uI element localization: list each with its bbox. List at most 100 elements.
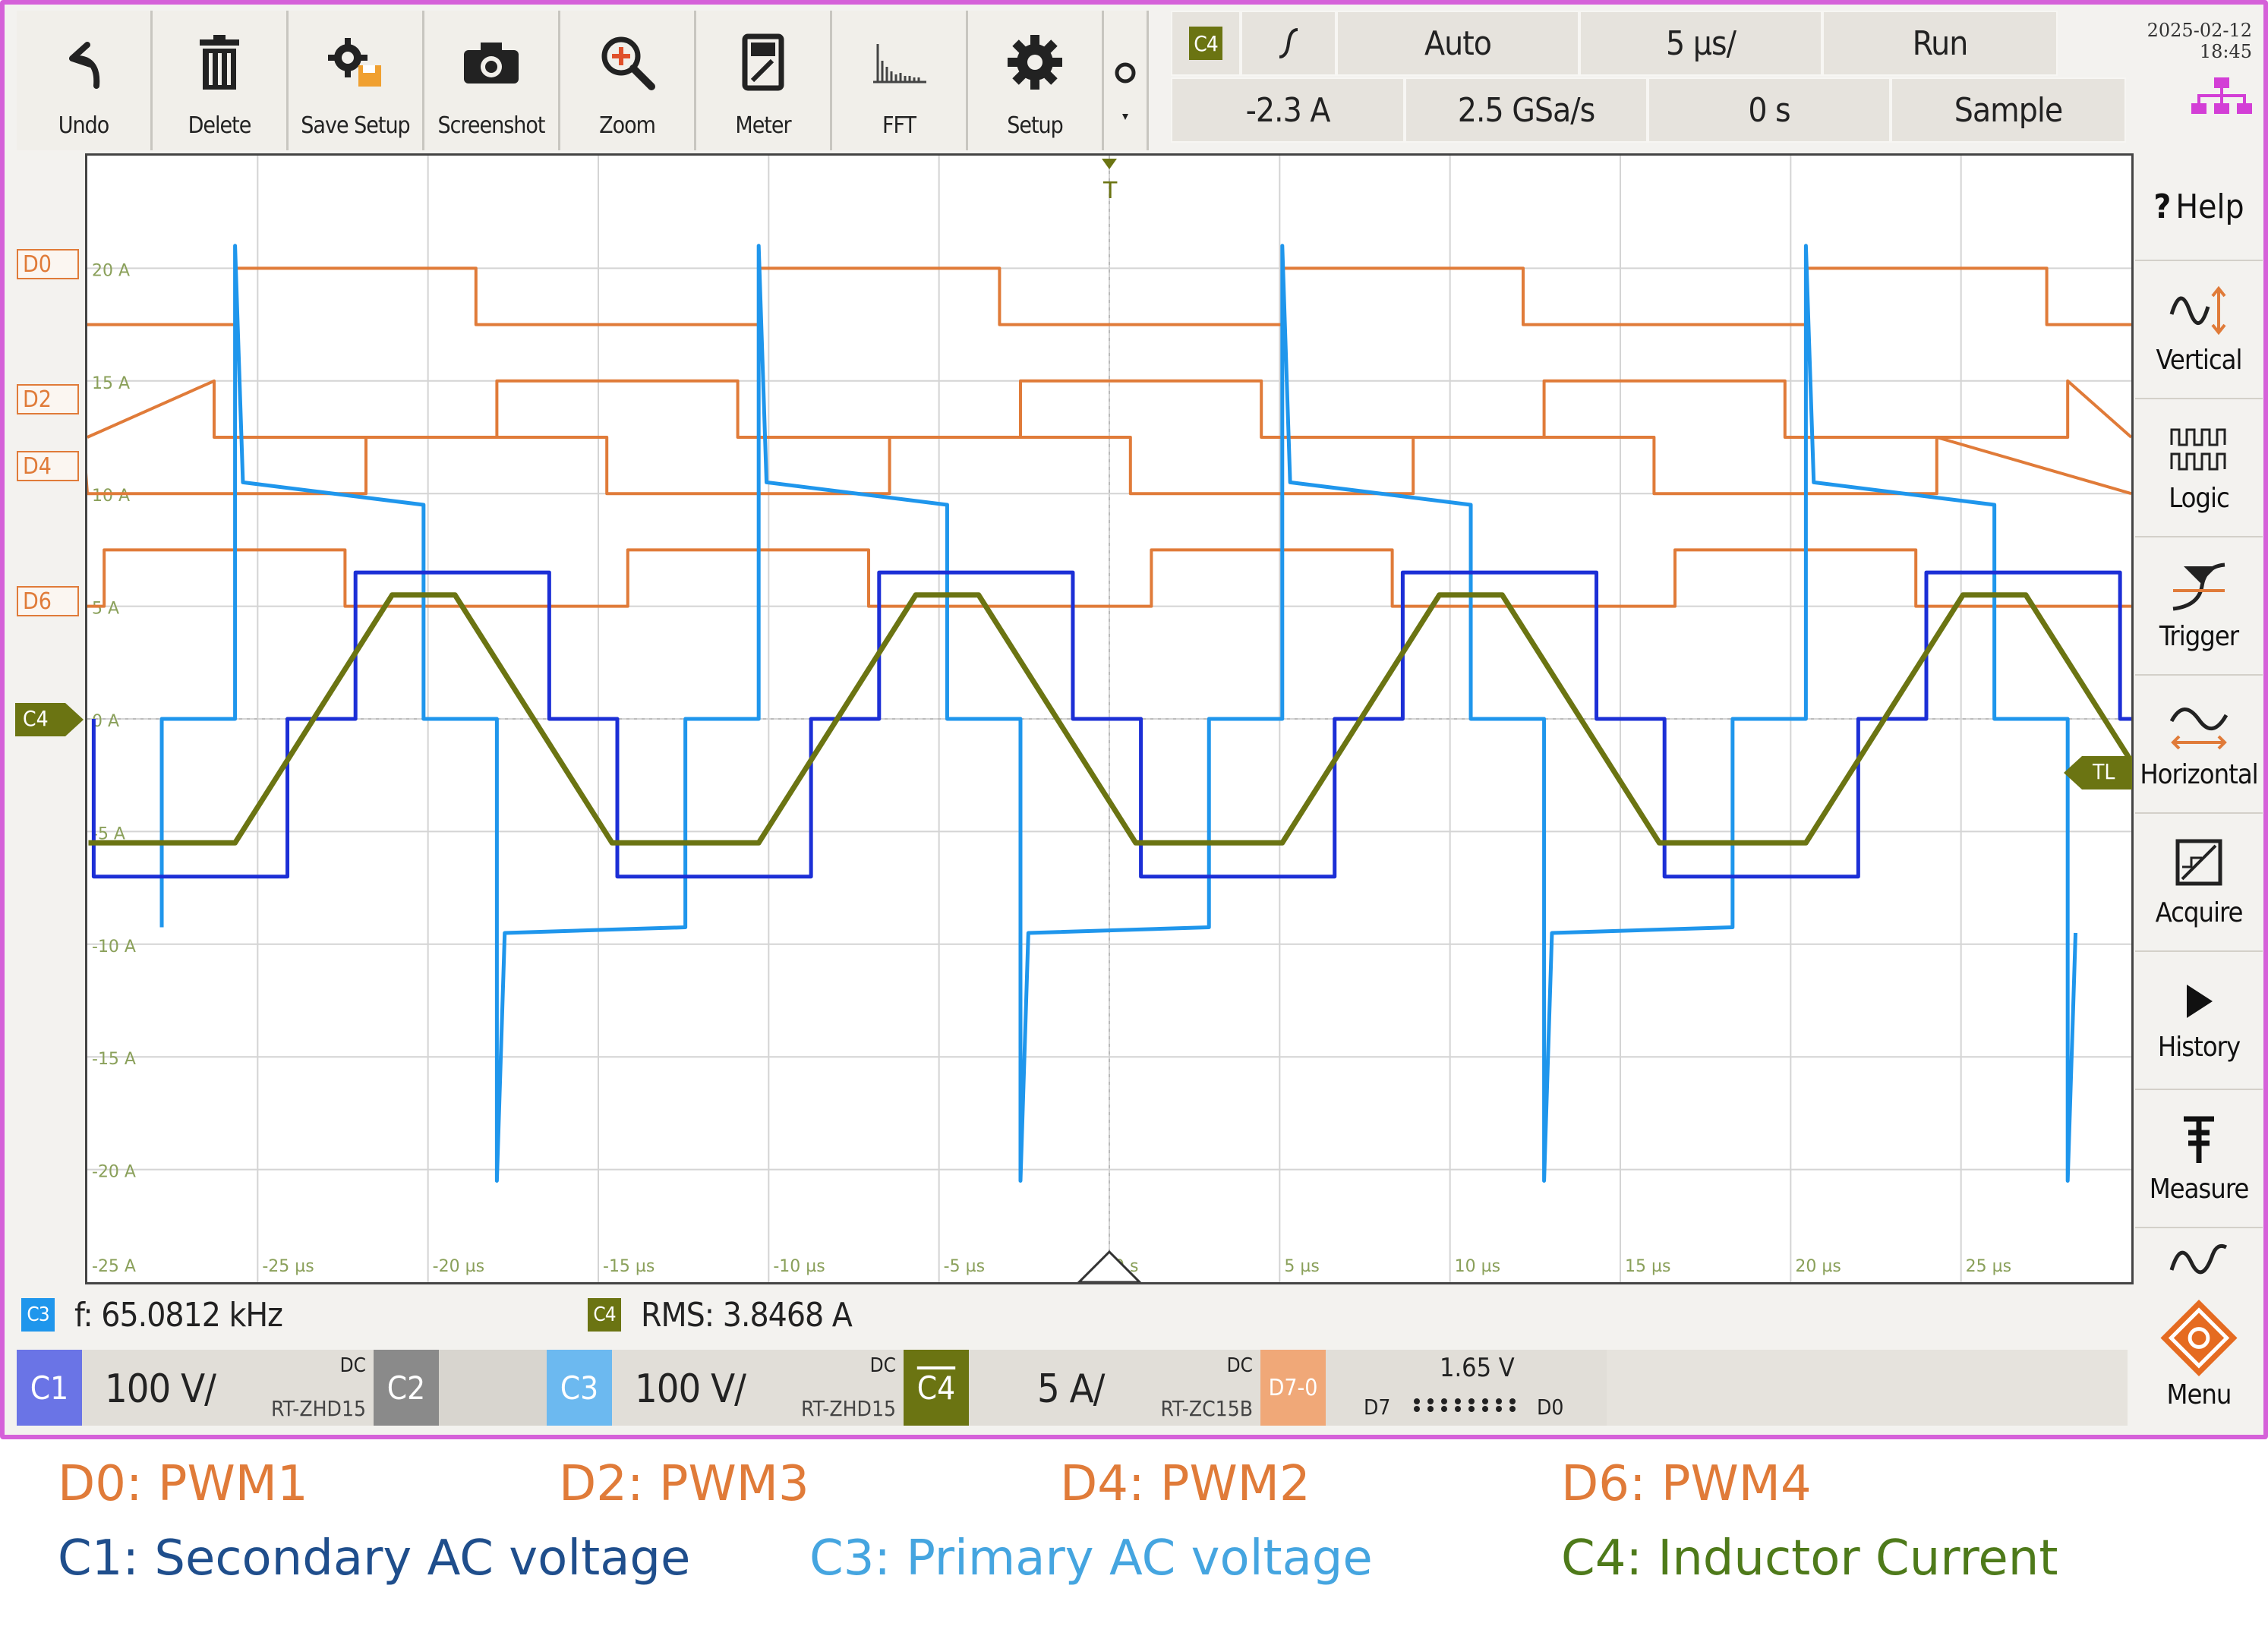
time-offset-value[interactable]: 0 s [1648, 77, 1891, 143]
measure-label: Measure [2149, 1173, 2250, 1205]
menu-button[interactable]: Menu [2135, 1297, 2263, 1415]
fft-button[interactable]: FFT [832, 11, 968, 150]
setup-button[interactable]: Setup [968, 11, 1104, 150]
fft-icon [870, 32, 928, 93]
c3-coupling: DC [869, 1354, 896, 1377]
save-setup-label: Save Setup [301, 112, 410, 139]
trigger-mode-value[interactable]: Auto [1336, 11, 1579, 76]
right-menu: ? Help Vertical Logic Trigger Horizontal… [2135, 153, 2263, 1415]
c4-coupling: DC [1226, 1354, 1253, 1377]
measure-button[interactable]: Measure [2135, 1090, 2263, 1228]
waveform-svg: 20 A15 A10 A5 A0 A-5 A-10 A-15 A-20 A-25… [87, 156, 2131, 1282]
datetime: 2025-02-12 18:45 [2138, 20, 2252, 120]
x-tick-label: -5 µs [944, 1257, 985, 1276]
d70-tag: D7-0 [1260, 1350, 1326, 1426]
c1-scale: 100 V/ [105, 1366, 216, 1412]
vertical-button[interactable]: Vertical [2135, 261, 2263, 399]
camera-icon [462, 32, 520, 93]
screenshot-label: Screenshot [437, 112, 546, 139]
channel-d7-0[interactable]: D7-0 1.65 V D7 D0 [1260, 1350, 1607, 1426]
logic-label: Logic [2169, 482, 2230, 514]
delete-button[interactable]: Delete [153, 11, 289, 150]
rms-badge: C4 [588, 1298, 621, 1332]
c3-probe: RT-ZHD15 [800, 1396, 896, 1421]
acquisition-mode-value[interactable]: Sample [1891, 77, 2126, 143]
legend-d0: D0: PWM1 [58, 1456, 308, 1512]
save-setup-icon [325, 32, 386, 93]
y-tick-label: -10 A [92, 938, 136, 957]
channel-c4[interactable]: C4 5 A/ DC RT-ZC15B [904, 1350, 1260, 1426]
rms-measurement[interactable]: C4 RMS: 3.8468 A [588, 1292, 853, 1338]
d4-marker[interactable]: D4 [17, 451, 79, 481]
toolbar: Undo Delete Save Setup Screenshot Zoom M… [17, 11, 1149, 150]
c3-tag: C3 [547, 1350, 612, 1426]
vertical-icon [2169, 285, 2226, 335]
trigger-slope-button[interactable] [1241, 11, 1336, 76]
rising-edge-icon [1279, 28, 1298, 58]
x-tick-label: 25 µs [1966, 1257, 2011, 1276]
x-tick-label: -10 µs [773, 1257, 825, 1276]
oscilloscope-window: Undo Delete Save Setup Screenshot Zoom M… [0, 0, 2268, 1439]
x-tick-label: 10 µs [1455, 1257, 1500, 1276]
zoom-label: Zoom [599, 112, 656, 139]
d6-marker[interactable]: D6 [17, 586, 79, 616]
freq-value: f: 65.0812 kHz [74, 1295, 283, 1335]
trigger-label: Trigger [2159, 620, 2239, 652]
time-label: 18:45 [2199, 41, 2252, 62]
d2-marker[interactable]: D2 [17, 384, 79, 414]
status-panel: C4 -2.3 A Auto 2.5 GSa/s 5 µs/ 0 s Run S… [1171, 11, 2131, 150]
help-button[interactable]: ? Help [2135, 153, 2263, 261]
date-label: 2025-02-12 [2147, 20, 2252, 41]
c4-tag: C4 [904, 1350, 969, 1426]
meter-button[interactable]: Meter [696, 11, 832, 150]
y-tick-label: 10 A [92, 487, 130, 506]
horizontal-button[interactable]: Horizontal [2135, 676, 2263, 814]
acquire-icon [2175, 839, 2222, 885]
rms-value: RMS: 3.8468 A [641, 1295, 853, 1335]
d70-level: 1.65 V [1440, 1353, 1515, 1383]
run-state-button[interactable]: Run [1822, 11, 2058, 76]
x-tick-label: 5 µs [1284, 1257, 1319, 1276]
measure-icon [2184, 1116, 2214, 1163]
zoom-button[interactable]: Zoom [560, 11, 696, 150]
setup-label: Setup [1007, 112, 1064, 139]
trigger-source-badge[interactable]: C4 [1171, 11, 1241, 76]
channel-c1[interactable]: C1 100 V/ DC RT-ZHD15 [17, 1350, 374, 1426]
analyze-button[interactable] [2135, 1228, 2263, 1297]
legend-c3: C3: Primary AC voltage [809, 1530, 1373, 1587]
frequency-measurement[interactable]: C3 f: 65.0812 kHz [21, 1292, 283, 1338]
help-icon: ? [2153, 187, 2172, 226]
history-button[interactable]: History [2135, 952, 2263, 1090]
d70-bit-dots [1411, 1397, 1525, 1417]
channel-bar: C1 100 V/ DC RT-ZHD15 C2 C3 100 V/ DC RT… [17, 1350, 2128, 1426]
d0-marker[interactable]: D0 [17, 249, 79, 279]
legend-d6: D6: PWM4 [1561, 1456, 1812, 1512]
rs-logo-icon [2160, 1299, 2238, 1377]
horizontal-label: Horizontal [2140, 758, 2258, 790]
trigger-button[interactable]: Trigger [2135, 537, 2263, 676]
waveform-display[interactable]: 20 A 15 A 10 A5 A0 A -5 A -10 A -15 A -20 A -25… [85, 153, 2134, 1284]
tl-label: TL [2093, 759, 2115, 784]
sample-rate-value[interactable]: 2.5 GSa/s [1405, 77, 1648, 143]
c4-offset-marker[interactable]: C4 [15, 703, 84, 736]
trigger-level-value[interactable]: -2.3 A [1171, 77, 1405, 143]
logic-button[interactable]: Logic [2135, 399, 2263, 537]
acquire-button[interactable]: Acquire [2135, 814, 2263, 952]
save-setup-button[interactable]: Save Setup [289, 11, 424, 150]
menu-label: Menu [2166, 1379, 2232, 1410]
y-tick-label: 20 A [92, 261, 130, 280]
trigger-icon [2172, 563, 2225, 610]
channel-c2[interactable]: C2 [374, 1350, 547, 1426]
trigger-level-marker[interactable]: TL [2064, 756, 2132, 789]
toolbar-more-button[interactable] [1104, 11, 1149, 150]
help-row: ? Help [2153, 188, 2244, 226]
screenshot-button[interactable]: Screenshot [424, 11, 560, 150]
channel-c3[interactable]: C3 100 V/ DC RT-ZHD15 [547, 1350, 904, 1426]
undo-button[interactable]: Undo [17, 11, 153, 150]
time-scale-value[interactable]: 5 µs/ [1579, 11, 1822, 76]
c3-trace [159, 244, 2078, 1183]
meter-label: Meter [735, 112, 791, 139]
x-tick-label: -25 µs [262, 1257, 314, 1276]
x-tick-label: -20 µs [433, 1257, 484, 1276]
acquire-label: Acquire [2155, 897, 2244, 928]
